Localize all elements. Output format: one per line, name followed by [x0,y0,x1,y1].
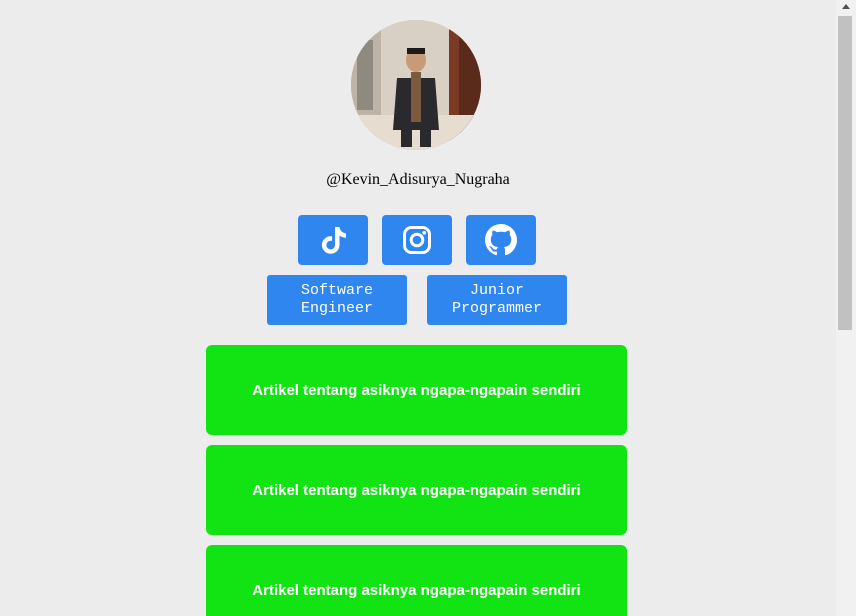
vertical-scrollbar[interactable] [836,0,856,616]
github-button[interactable] [466,215,536,265]
github-icon [485,224,517,256]
tiktok-icon [321,227,346,254]
username: @Kevin_Adisurya_Nugraha [326,171,510,188]
tiktok-button[interactable] [298,215,368,265]
tag-software-engineer[interactable]: Software Engineer [267,275,407,325]
article-card[interactable]: Artikel tentang asiknya ngapa-ngapain se… [206,345,627,435]
scrollbar-thumb[interactable] [838,16,852,330]
scroll-up-arrow-icon[interactable] [842,4,850,9]
page: @Kevin_Adisurya_Nugraha Software Enginee… [0,0,836,616]
article-card[interactable]: Artikel tentang asiknya ngapa-ngapain se… [206,545,627,616]
instagram-icon [403,226,431,254]
avatar[interactable] [351,20,481,150]
instagram-button[interactable] [382,215,452,265]
profile-photo-icon [351,20,481,150]
tag-junior-programmer[interactable]: Junior Programmer [427,275,567,325]
article-card[interactable]: Artikel tentang asiknya ngapa-ngapain se… [206,445,627,535]
